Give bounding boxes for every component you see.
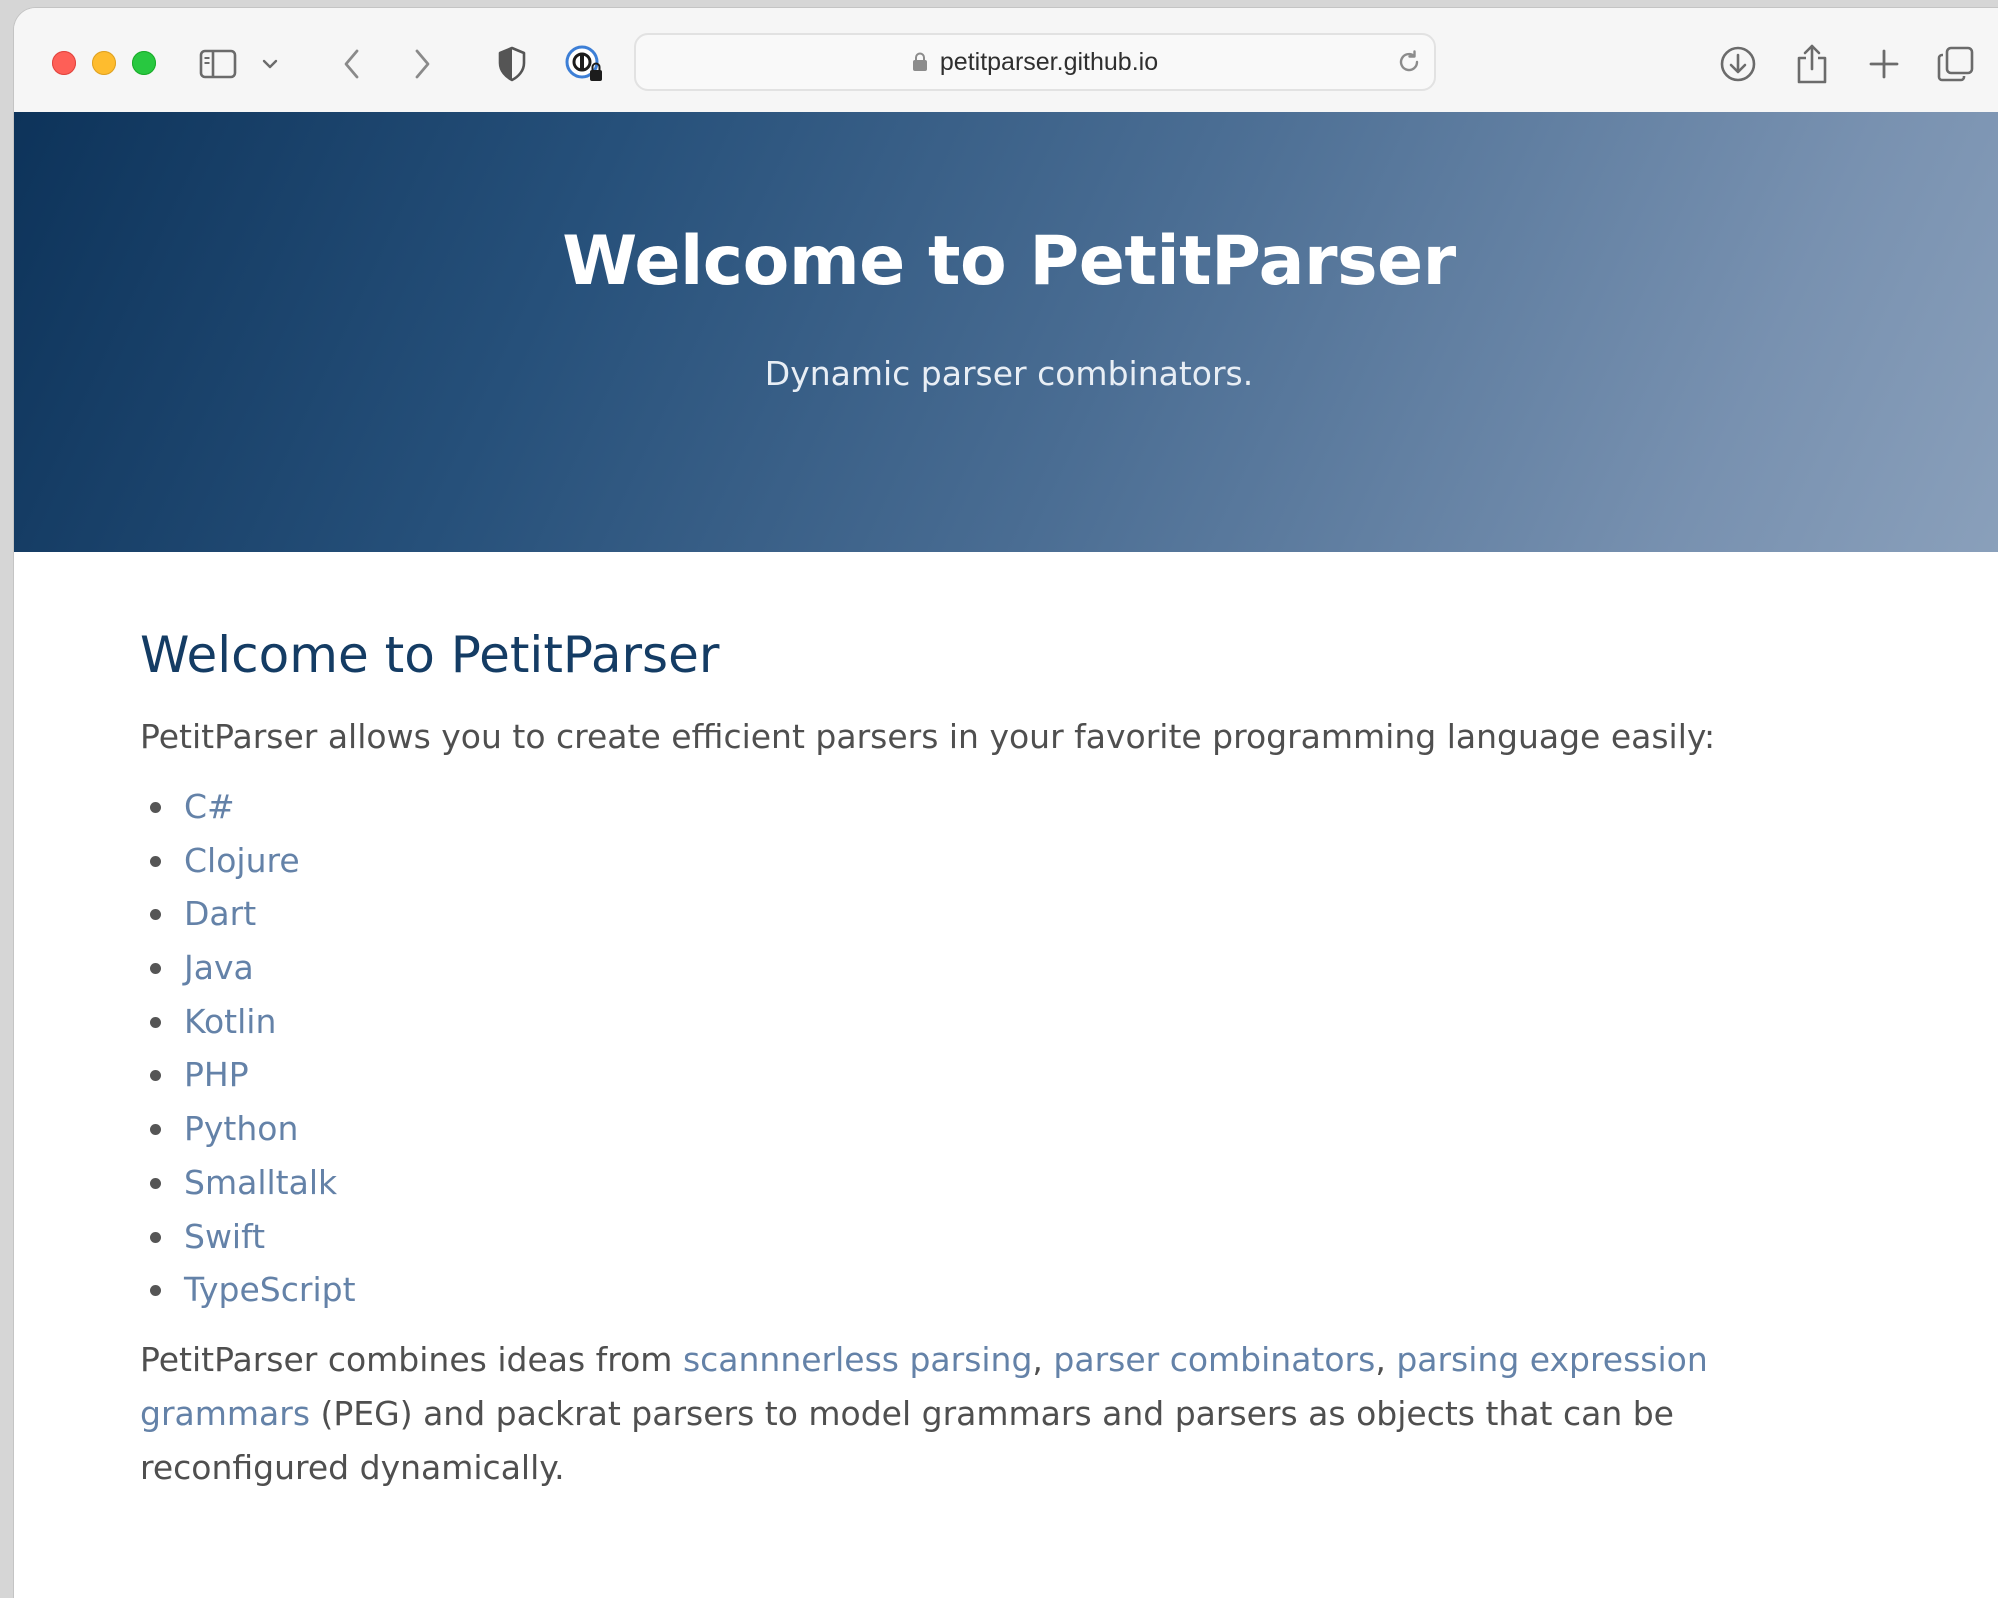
sidebar-icon[interactable] [196,42,240,86]
browser-window: petitparser.github.io Welcome to PetitPa… [14,8,1998,1598]
language-link-smalltalk[interactable]: Smalltalk [184,1163,337,1202]
list-item: Swift [150,1210,1760,1264]
minimize-window-button[interactable] [92,51,116,75]
maximize-window-button[interactable] [132,51,156,75]
plus-icon[interactable] [1862,42,1906,86]
outro-paragraph: PetitParser combines ideas from scannner… [140,1333,1720,1495]
hero-subtitle: Dynamic parser combinators. [764,354,1254,393]
language-link-dart[interactable]: Dart [184,894,256,933]
list-item: C# [150,780,1760,834]
list-item: Smalltalk [150,1156,1760,1210]
page-heading: Welcome to PetitParser [140,626,720,684]
intro-paragraph: PetitParser allows you to create efficie… [140,717,1716,756]
list-item: TypeScript [150,1263,1760,1317]
language-list: C# Clojure Dart Java Kotlin PHP Python S… [140,780,1760,1317]
browser-toolbar: petitparser.github.io [14,8,1998,113]
language-link-typescript[interactable]: TypeScript [184,1270,356,1309]
reload-icon[interactable] [1396,49,1422,79]
share-icon[interactable] [1790,42,1834,86]
language-link-java[interactable]: Java [184,948,254,987]
list-item: PHP [150,1048,1760,1102]
hero-title: Welcome to PetitParser [562,222,1456,301]
language-link-php[interactable]: PHP [184,1055,249,1094]
password-key-icon[interactable] [562,42,606,86]
list-item: Kotlin [150,995,1760,1049]
lock-icon [912,52,928,72]
url-text: petitparser.github.io [939,47,1159,76]
outro-separator: , [1375,1339,1397,1379]
language-link-kotlin[interactable]: Kotlin [184,1002,276,1041]
language-link-clojure[interactable]: Clojure [184,841,300,880]
list-item: Python [150,1102,1760,1156]
main-content: Welcome to PetitParser PetitParser allow… [140,618,1760,1495]
list-item: Clojure [150,834,1760,888]
outro-text: PetitParser combines ideas from [140,1339,683,1379]
parser-combinators-link[interactable]: parser combinators [1053,1340,1375,1379]
tabs-overview-icon[interactable] [1934,42,1978,86]
hero-banner: Welcome to PetitParser Dynamic parser co… [14,112,1998,552]
chevron-left-icon[interactable] [330,42,374,86]
address-bar[interactable]: petitparser.github.io [634,33,1436,91]
list-item: Java [150,941,1760,995]
language-link-swift[interactable]: Swift [184,1217,265,1256]
language-link-python[interactable]: Python [184,1109,298,1148]
download-icon[interactable] [1716,42,1760,86]
outro-separator: , [1032,1339,1054,1379]
close-window-button[interactable] [52,51,76,75]
chevron-right-icon[interactable] [400,42,444,86]
outro-text: (PEG) and packrat parsers to model gramm… [140,1393,1674,1487]
scannerless-parsing-link[interactable]: scannnerless parsing [683,1340,1032,1379]
list-item: Dart [150,887,1760,941]
language-link-csharp[interactable]: C# [184,787,235,826]
chevron-down-icon[interactable] [258,42,282,86]
shield-icon[interactable] [490,42,534,86]
